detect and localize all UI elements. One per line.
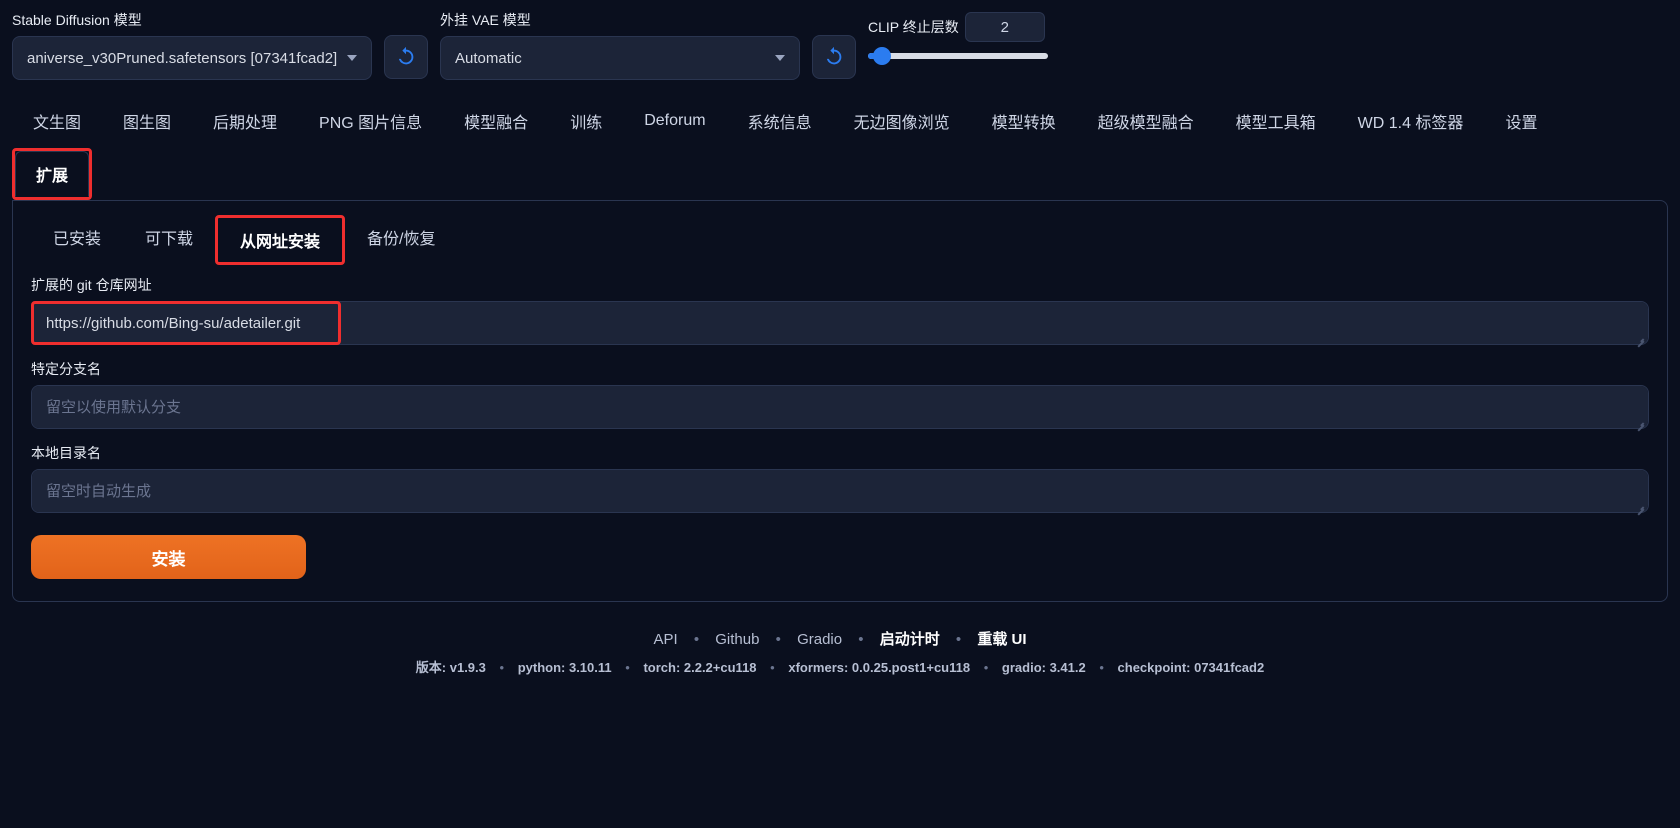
subtab-available[interactable]: 可下载 [123, 215, 215, 265]
footer-link-startup[interactable]: 启动计时 [880, 631, 940, 648]
localdir-row: 本地目录名 [31, 443, 1649, 517]
tab-model-toolkit[interactable]: 模型工具箱 [1215, 98, 1337, 144]
main-tabs: 文生图 图生图 后期处理 PNG 图片信息 模型融合 训练 Deforum 系统… [0, 80, 1680, 200]
footer-link-github[interactable]: Github [715, 631, 759, 648]
tab-settings[interactable]: 设置 [1484, 98, 1558, 144]
localdir-label: 本地目录名 [31, 443, 1649, 463]
tab-sysinfo[interactable]: 系统信息 [727, 98, 833, 144]
sd-model-value: aniverse_v30Pruned.safetensors [07341fca… [27, 50, 337, 67]
refresh-vae-button[interactable] [812, 35, 856, 79]
chevron-down-icon [775, 55, 785, 61]
extensions-subtabs: 已安装 可下载 从网址安装 备份/恢复 [31, 215, 1649, 265]
sd-model-label: Stable Diffusion 模型 [12, 10, 372, 30]
clip-skip-field: CLIP 终止层数 [868, 12, 1048, 66]
subtab-installed[interactable]: 已安装 [31, 215, 123, 265]
footer-link-gradio[interactable]: Gradio [797, 631, 842, 648]
repo-url-label: 扩展的 git 仓库网址 [31, 275, 1649, 295]
clip-skip-slider[interactable] [868, 46, 1048, 66]
clip-skip-number[interactable] [965, 12, 1045, 42]
highlight-box: 从网址安装 [215, 215, 345, 265]
tab-extras[interactable]: 后期处理 [192, 98, 298, 144]
footer-link-reload[interactable]: 重载 UI [977, 631, 1026, 648]
subtab-install-from-url[interactable]: 从网址安装 [218, 218, 342, 262]
sd-model-field: Stable Diffusion 模型 aniverse_v30Pruned.s… [12, 10, 372, 80]
refresh-sd-model-button[interactable] [384, 35, 428, 79]
footer-version: 版本: v1.9.3 • python: 3.10.11 • torch: 2.… [0, 657, 1680, 676]
subtab-backup-restore[interactable]: 备份/恢复 [345, 215, 457, 265]
tab-train[interactable]: 训练 [549, 98, 623, 144]
chevron-down-icon [347, 55, 357, 61]
refresh-icon [823, 46, 845, 68]
clip-skip-label: CLIP 终止层数 [868, 17, 959, 37]
vae-label: 外挂 VAE 模型 [440, 10, 800, 30]
tab-extensions[interactable]: 扩展 [15, 151, 89, 197]
slider-thumb-icon [873, 47, 891, 65]
footer-links: API • Github • Gradio • 启动计时 • 重载 UI [0, 628, 1680, 649]
tab-pnginfo[interactable]: PNG 图片信息 [298, 98, 443, 144]
branch-label: 特定分支名 [31, 359, 1649, 379]
branch-input[interactable] [31, 385, 1649, 429]
extensions-panel: 已安装 可下载 从网址安装 备份/恢复 扩展的 git 仓库网址 特定分支名 本… [12, 200, 1668, 602]
tab-checkpoint-merger[interactable]: 模型融合 [443, 98, 549, 144]
highlight-box: 扩展 [12, 148, 92, 200]
vae-value: Automatic [455, 50, 522, 67]
refresh-icon [395, 46, 417, 68]
tab-super-merger[interactable]: 超级模型融合 [1077, 98, 1215, 144]
tab-image-browser[interactable]: 无边图像浏览 [833, 98, 971, 144]
tab-img2img[interactable]: 图生图 [102, 98, 192, 144]
footer-link-api[interactable]: API [653, 631, 677, 648]
tab-model-convert[interactable]: 模型转换 [971, 98, 1077, 144]
header-toolbar: Stable Diffusion 模型 aniverse_v30Pruned.s… [0, 0, 1680, 80]
localdir-input[interactable] [31, 469, 1649, 513]
tab-txt2img[interactable]: 文生图 [12, 98, 102, 144]
sd-model-select[interactable]: aniverse_v30Pruned.safetensors [07341fca… [12, 36, 372, 80]
install-row: 安装 [31, 535, 1649, 579]
repo-url-row: 扩展的 git 仓库网址 [31, 275, 1649, 349]
tab-deforum[interactable]: Deforum [623, 101, 726, 141]
tab-wd14-tagger[interactable]: WD 1.4 标签器 [1337, 98, 1485, 144]
branch-row: 特定分支名 [31, 359, 1649, 433]
footer: API • Github • Gradio • 启动计时 • 重载 UI 版本:… [0, 628, 1680, 676]
vae-field: 外挂 VAE 模型 Automatic [440, 10, 800, 80]
repo-url-input[interactable] [31, 301, 1649, 345]
install-button[interactable]: 安装 [31, 535, 306, 579]
vae-select[interactable]: Automatic [440, 36, 800, 80]
